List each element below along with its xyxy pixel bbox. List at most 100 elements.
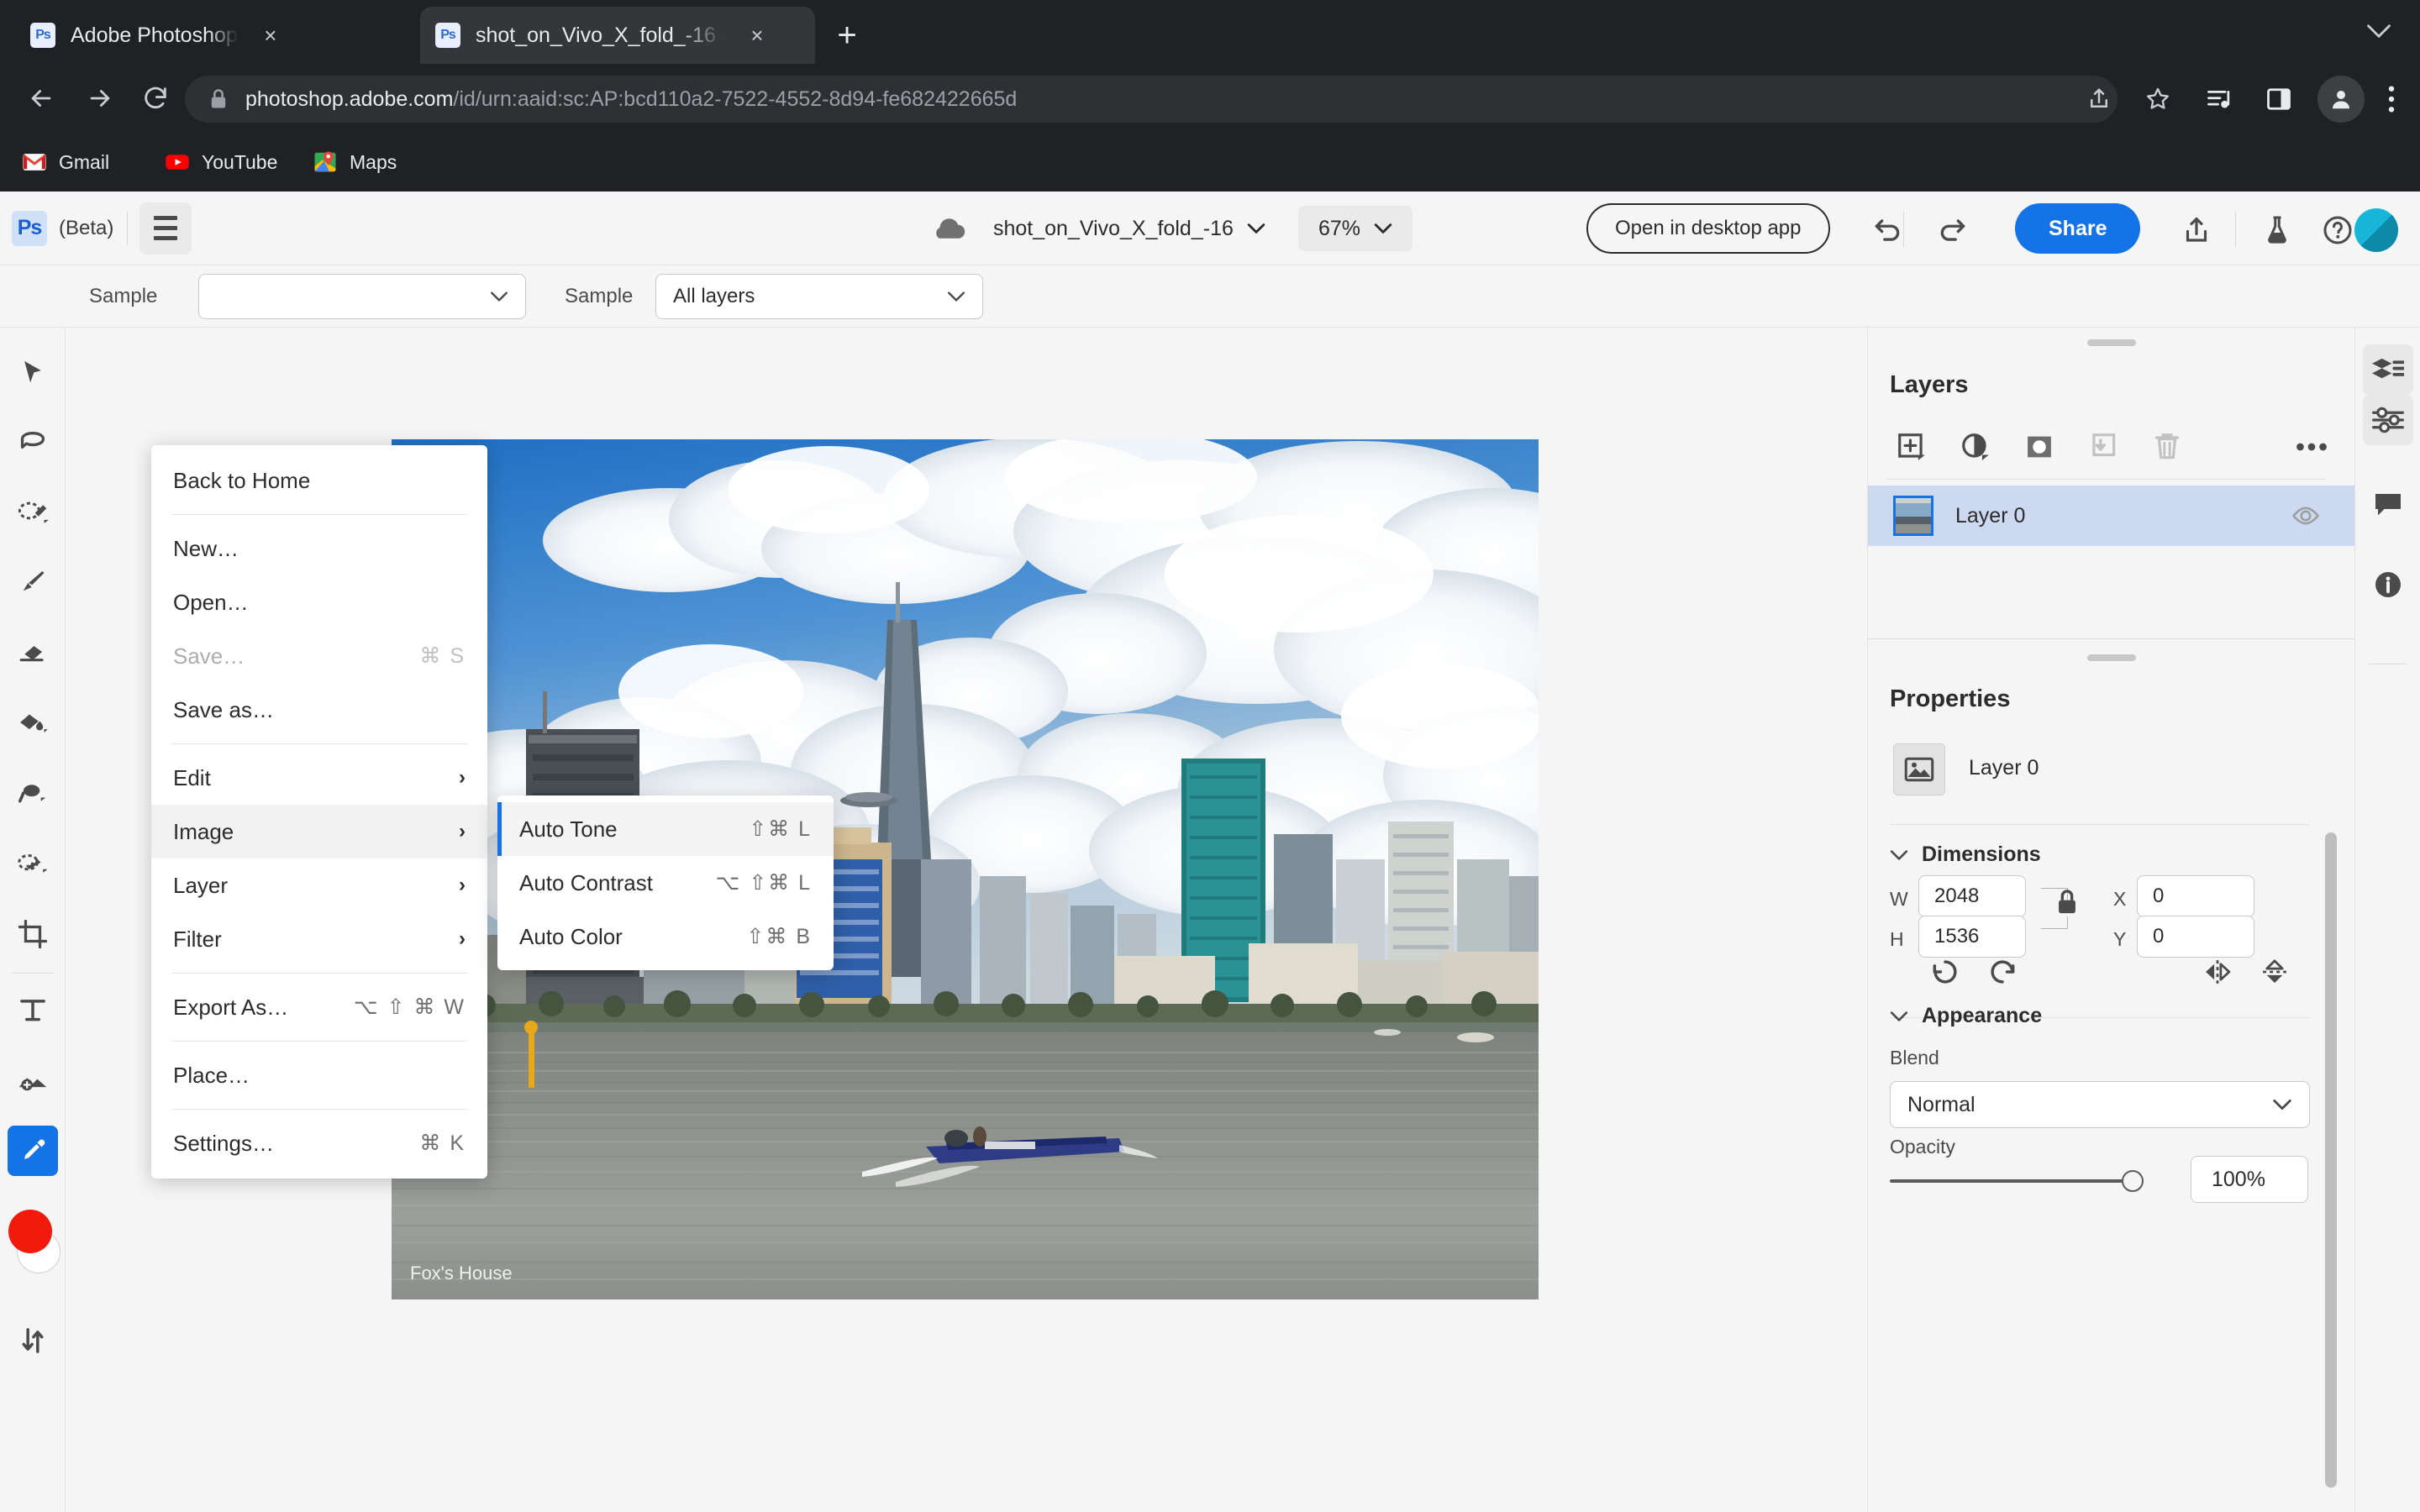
menu-item-save-as[interactable]: Save as… [151, 683, 487, 737]
url-text: photoshop.adobe.com/id/urn:aaid:sc:AP:bc… [245, 87, 1017, 112]
info-rail-icon[interactable] [2363, 559, 2413, 610]
place-image-tool[interactable] [8, 1055, 58, 1105]
beaker-icon[interactable] [2254, 207, 2301, 254]
chevron-down-icon [1890, 849, 1908, 860]
clone-stamp-tool[interactable] [8, 768, 58, 818]
header-divider [127, 211, 129, 245]
chevron-down-icon[interactable] [2366, 24, 2391, 39]
object-select-tool[interactable] [8, 486, 58, 536]
lasso-tool[interactable] [8, 415, 58, 465]
delete-layer-icon[interactable] [2142, 424, 2192, 470]
chrome-menu-icon[interactable] [2373, 81, 2410, 118]
add-layer-icon[interactable] [1886, 424, 1937, 470]
type-tool[interactable] [8, 984, 58, 1035]
menu-item-export-as[interactable]: Export As… ⌥ ⇧ ⌘ W [151, 980, 487, 1034]
properties-scrollbar[interactable] [2325, 832, 2337, 1488]
share-icon[interactable] [2081, 81, 2118, 118]
menu-item-auto-tone[interactable]: Auto Tone ⇧⌘ L [497, 802, 834, 856]
chevron-right-icon: › [459, 927, 466, 950]
browser-tab-shot-on-vivo[interactable]: Ps shot_on_Vivo_X_fold_-16 - Ad × [420, 7, 815, 64]
document-name-dropdown[interactable]: shot_on_Vivo_X_fold_-16 [993, 192, 1265, 265]
lock-aspect-ratio-icon[interactable] [2054, 887, 2080, 916]
star-icon[interactable] [2139, 81, 2176, 118]
swap-colors-icon[interactable] [8, 1315, 58, 1366]
hamburger-menu-icon[interactable] [139, 202, 192, 255]
layers-toolbar [1886, 420, 2337, 474]
properties-rail-icon[interactable] [2363, 395, 2413, 445]
layer-list-item[interactable]: Layer 0 [1868, 486, 2355, 546]
open-in-desktop-app-button[interactable]: Open in desktop app [1586, 203, 1830, 254]
chevron-down-icon [1374, 223, 1392, 234]
zoom-level-dropdown[interactable]: 67% [1298, 206, 1413, 251]
menu-item-place[interactable]: Place… [151, 1048, 487, 1102]
crop-tool[interactable] [8, 909, 58, 959]
panel-drag-handle[interactable] [2087, 654, 2136, 661]
brush-tool[interactable] [8, 556, 58, 606]
youtube-icon [165, 150, 190, 175]
comments-rail-icon[interactable] [2363, 479, 2413, 529]
width-input[interactable]: 2048 [1918, 875, 2026, 917]
menu-item-open[interactable]: Open… [151, 575, 487, 629]
move-tool[interactable] [8, 348, 58, 398]
layer-mask-icon[interactable] [2014, 424, 2065, 470]
foreground-color-swatch[interactable] [8, 1210, 52, 1253]
tab-close-icon[interactable]: × [743, 21, 771, 50]
menu-item-new[interactable]: New… [151, 522, 487, 575]
eye-visibility-icon[interactable] [2291, 504, 2320, 528]
side-panel-icon[interactable] [2260, 81, 2297, 118]
opacity-slider-knob[interactable] [2122, 1170, 2144, 1192]
paint-bucket-tool[interactable] [8, 697, 58, 748]
more-options-icon[interactable] [2286, 424, 2337, 470]
eraser-tool[interactable] [8, 627, 58, 677]
back-arrow-icon[interactable] [18, 76, 64, 121]
user-avatar[interactable] [2354, 208, 2398, 252]
dimensions-section-header[interactable]: Dimensions [1890, 843, 2041, 867]
adjustment-layer-icon[interactable] [1950, 424, 2001, 470]
eyedropper-tool[interactable] [8, 1126, 58, 1176]
menu-item-auto-color[interactable]: Auto Color ⇧⌘ B [497, 910, 834, 963]
menu-item-filter[interactable]: Filter › [151, 912, 487, 966]
tab-close-icon[interactable]: × [256, 21, 285, 50]
chevron-down-icon [947, 291, 965, 302]
menu-item-back-to-home[interactable]: Back to Home [151, 454, 487, 507]
sample-layers-dropdown[interactable]: All layers [655, 273, 983, 319]
menu-item-image[interactable]: Image › [151, 805, 487, 858]
chevron-down-icon [1247, 223, 1265, 234]
sample-size-dropdown[interactable] [198, 273, 526, 319]
menu-item-edit[interactable]: Edit › [151, 751, 487, 805]
sample-layers-value: All layers [673, 284, 755, 307]
opacity-slider-track[interactable] [1890, 1179, 2133, 1183]
layers-rail-icon[interactable] [2363, 344, 2413, 395]
flip-vertical-icon[interactable] [2254, 952, 2295, 992]
bookmark-youtube[interactable]: YouTube [165, 144, 277, 180]
share-button[interactable]: Share [2015, 203, 2141, 254]
appearance-section-header[interactable]: Appearance [1890, 1004, 2042, 1028]
reading-list-icon[interactable] [2202, 81, 2238, 118]
profile-avatar-icon[interactable] [2317, 76, 2365, 123]
x-input[interactable]: 0 [2137, 875, 2254, 917]
redo-icon[interactable] [1929, 207, 1976, 254]
flip-horizontal-icon[interactable] [2197, 952, 2238, 992]
menu-item-auto-contrast[interactable]: Auto Contrast ⌥ ⇧⌘ L [497, 856, 834, 910]
spot-healing-tool[interactable] [8, 838, 58, 889]
blend-mode-dropdown[interactable]: Normal [1890, 1081, 2310, 1128]
image-submenu-dropdown[interactable]: Auto Tone ⇧⌘ L Auto Contrast ⌥ ⇧⌘ L Auto… [497, 795, 834, 970]
forward-arrow-icon[interactable] [77, 76, 123, 121]
rotate-ccw-icon[interactable] [1925, 952, 1965, 992]
menu-item-layer[interactable]: Layer › [151, 858, 487, 912]
rotate-cw-icon[interactable] [1982, 952, 2023, 992]
image-watermark: Fox's House [410, 1263, 513, 1284]
file-menu-dropdown[interactable]: Back to Home New… Open… Save… ⌘ S Save a… [151, 445, 487, 1179]
bookmark-maps[interactable]: Maps [313, 144, 397, 180]
color-swatches[interactable] [8, 1210, 60, 1275]
menu-item-settings[interactable]: Settings… ⌘ K [151, 1116, 487, 1170]
menu-item-label: Auto Tone [519, 816, 618, 842]
new-tab-button[interactable]: + [828, 18, 866, 57]
opacity-input[interactable]: 100% [2191, 1156, 2308, 1203]
panel-drag-handle[interactable] [2087, 339, 2136, 346]
bookmark-gmail[interactable]: Gmail [22, 144, 109, 180]
export-icon[interactable] [2173, 207, 2220, 254]
reload-icon[interactable] [133, 76, 178, 121]
clipping-mask-icon[interactable] [2078, 424, 2128, 470]
address-bar[interactable]: photoshop.adobe.com/id/urn:aaid:sc:AP:bc… [185, 76, 2118, 123]
